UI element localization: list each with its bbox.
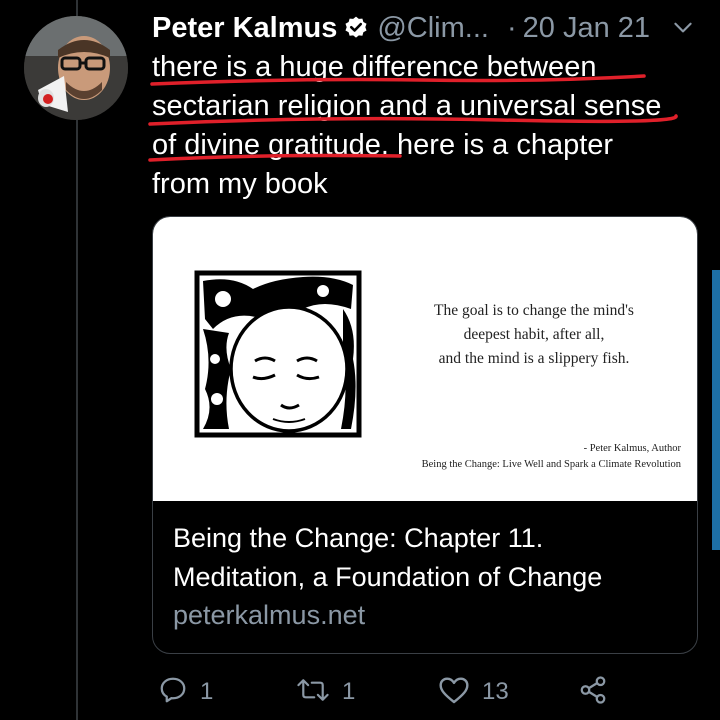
author-handle[interactable]: @Clim...	[377, 12, 489, 45]
tweet-date[interactable]: 20 Jan 21	[523, 12, 650, 45]
tweet-text-line: of divine gratitude.	[152, 129, 389, 161]
card-domain: peterkalmus.net	[173, 600, 366, 630]
tweet-text-line: from my book	[152, 168, 328, 200]
reply-count: 1	[200, 678, 214, 705]
like-count: 13	[482, 678, 509, 705]
retweet-button[interactable]: 1	[296, 670, 355, 714]
card-title[interactable]: Being the Change: Chapter 11. Meditation…	[173, 519, 673, 597]
tweet-text-line: sectarian religion and a universal sense	[152, 90, 662, 122]
link-preview-card[interactable]: The goal is to change the mind's deepest…	[152, 216, 698, 654]
share-button[interactable]	[578, 670, 608, 714]
reply-button[interactable]: 1	[158, 670, 213, 714]
scrollbar[interactable]	[712, 270, 720, 550]
author-name[interactable]: Peter Kalmus	[152, 12, 337, 45]
quote-line: and the mind is a slippery fish.	[438, 350, 630, 367]
action-bar: 1 1 13	[152, 670, 632, 714]
reply-icon	[158, 675, 188, 710]
quote-attribution-author: - Peter Kalmus, Author	[583, 443, 681, 454]
retweet-count: 1	[342, 678, 356, 705]
tweet-text-line: here is a chapter	[388, 129, 614, 161]
tweet-text: there is a huge difference between sectar…	[152, 48, 692, 204]
tweet-header: Peter Kalmus @Clim... · 20 Jan 21	[152, 6, 692, 50]
retweet-icon	[296, 675, 330, 710]
card-quote: The goal is to change the mind's deepest…	[399, 299, 669, 371]
card-image: The goal is to change the mind's deepest…	[153, 217, 697, 501]
card-title-line: Being the Change: Chapter 11.	[173, 523, 544, 553]
separator-dot: ·	[506, 11, 517, 44]
quote-line: The goal is to change the mind's	[434, 302, 634, 319]
verified-badge-icon	[343, 15, 369, 41]
avatar[interactable]	[24, 16, 128, 120]
heart-icon	[438, 675, 470, 710]
quote-line: deepest habit, after all,	[463, 326, 605, 343]
meditation-face-illustration	[194, 270, 362, 438]
chevron-down-icon[interactable]	[670, 14, 696, 48]
like-button[interactable]: 13	[438, 670, 509, 714]
card-title-line: Meditation, a Foundation of Change	[173, 562, 603, 592]
share-icon	[578, 675, 608, 710]
quote-attribution-book: Being the Change: Live Well and Spark a …	[421, 459, 681, 470]
tweet-text-line: there is a huge difference between	[152, 51, 597, 83]
